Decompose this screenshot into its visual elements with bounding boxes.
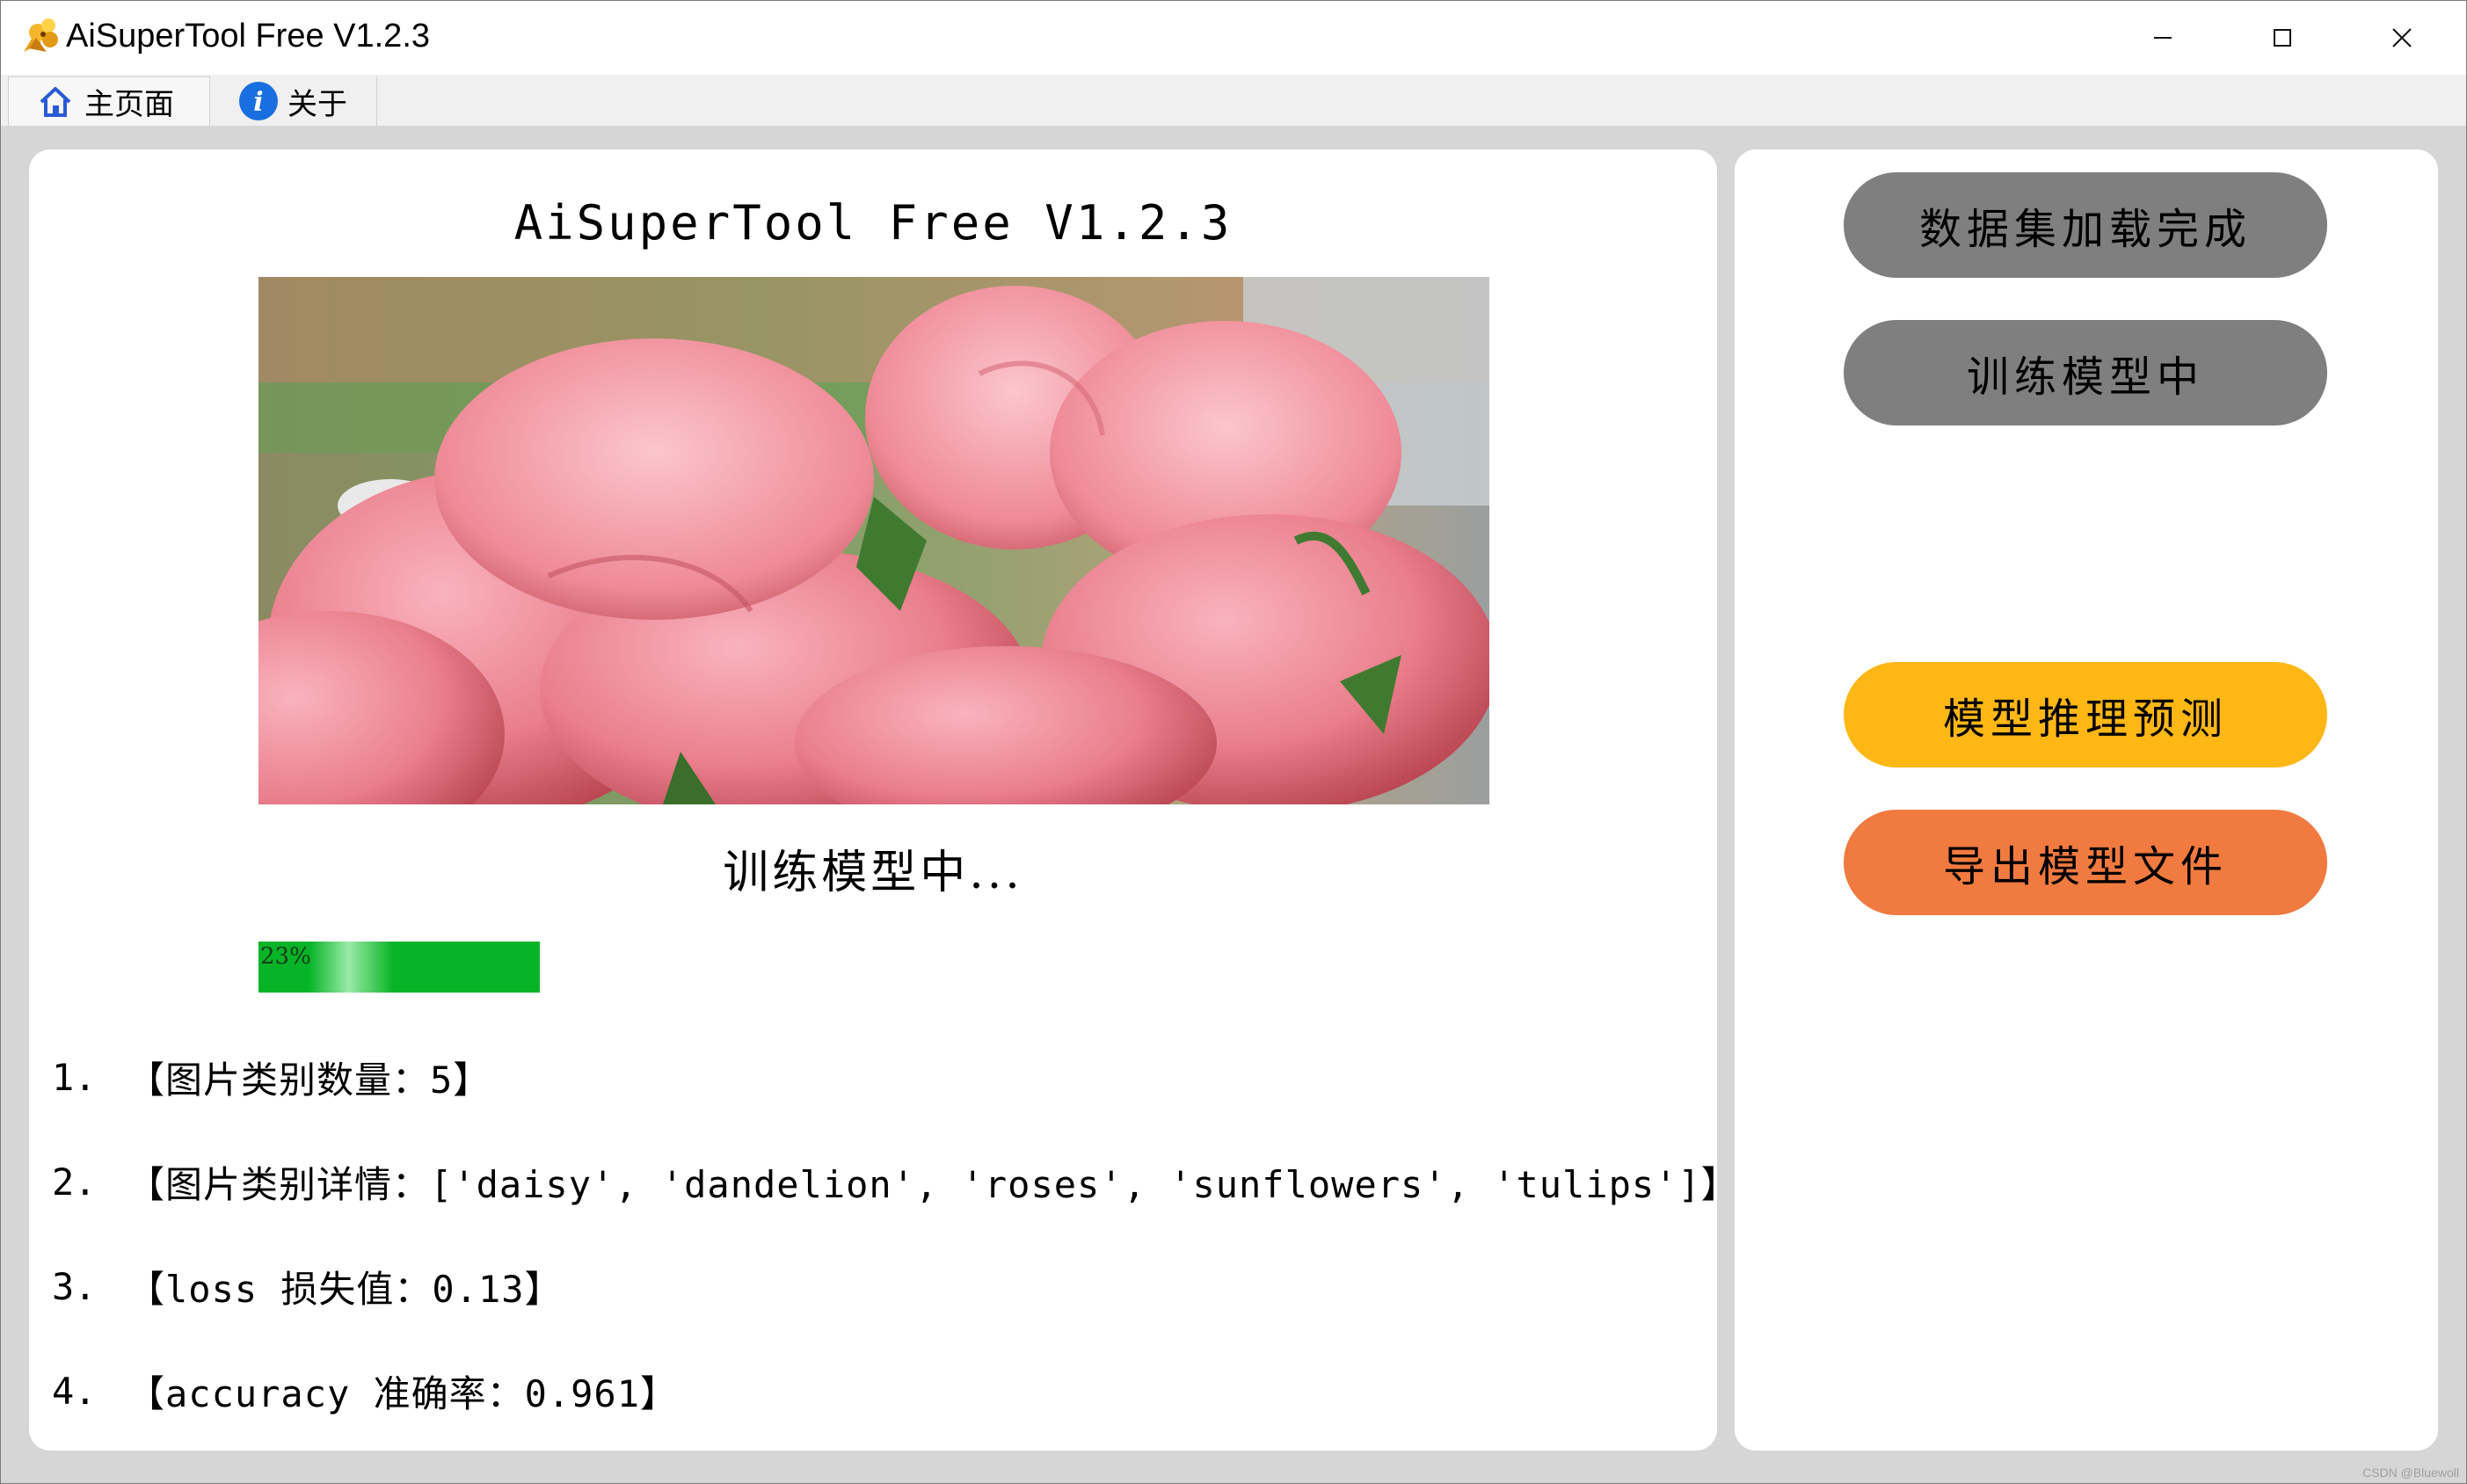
app-window: AiSuperTool Free V1.2.3 主页面 i 关于 AiSuper… xyxy=(0,0,2467,1484)
tab-about-label: 关于 xyxy=(287,86,347,122)
window-title: AiSuperTool Free V1.2.3 xyxy=(66,18,431,55)
app-logo-icon xyxy=(17,13,66,62)
tab-strip: 主页面 i 关于 xyxy=(1,75,2466,127)
minimize-button[interactable] xyxy=(2103,1,2223,75)
info-item-text: 【图片类别详情：['daisy', 'dandelion', 'roses', … xyxy=(127,1162,1739,1206)
info-item-class-details: 2. 【图片类别详情：['daisy', 'dandelion', 'roses… xyxy=(52,1151,1739,1212)
minimize-icon xyxy=(2154,37,2172,39)
page-title: AiSuperTool Free V1.2.3 xyxy=(513,195,1233,251)
tab-home-label: 主页面 xyxy=(84,87,174,122)
info-item-text: 【loss 损失值：0.13】 xyxy=(127,1267,563,1311)
watermark: CSDN @Bluewoll xyxy=(2362,1466,2459,1480)
info-item-number: 1. xyxy=(52,1055,97,1099)
training-status: 训练模型中... xyxy=(723,847,1023,899)
training-progress-bar: 23% xyxy=(258,942,540,993)
dataset-loaded-button[interactable]: 数据集加载完成 xyxy=(1844,172,2327,278)
title-bar: AiSuperTool Free V1.2.3 xyxy=(1,1,2466,75)
info-item-class-count: 1. 【图片类别数量：5】 xyxy=(52,1046,491,1108)
info-item-accuracy: 4. 【accuracy 准确率：0.961】 xyxy=(52,1360,678,1422)
svg-text:i: i xyxy=(253,87,263,118)
tab-about[interactable]: i 关于 xyxy=(212,76,377,126)
info-icon: i xyxy=(238,81,279,121)
maximize-icon xyxy=(2274,29,2291,47)
info-item-loss: 3. 【loss 损失值：0.13】 xyxy=(52,1255,563,1317)
close-icon xyxy=(2392,28,2412,47)
maximize-button[interactable] xyxy=(2223,1,2342,75)
content-area: AiSuperTool Free V1.2.3 训练模型中... 23% 1. … xyxy=(1,127,2466,1483)
pink-roses-photo xyxy=(258,277,1489,804)
tab-home[interactable]: 主页面 xyxy=(8,76,210,126)
info-item-text: 【图片类别数量：5】 xyxy=(127,1058,491,1102)
info-item-text: 【accuracy 准确率：0.961】 xyxy=(127,1371,679,1415)
info-item-number: 2. xyxy=(52,1160,97,1204)
action-panel: 数据集加载完成 训练模型中 模型推理预测 导出模型文件 xyxy=(1735,149,2438,1451)
export-model-button[interactable]: 导出模型文件 xyxy=(1844,810,2327,915)
info-item-number: 4. xyxy=(52,1369,97,1413)
home-icon xyxy=(35,82,76,122)
main-panel: AiSuperTool Free V1.2.3 训练模型中... 23% 1. … xyxy=(29,149,1738,1451)
model-inference-button[interactable]: 模型推理预测 xyxy=(1844,662,2327,767)
progress-label: 23% xyxy=(260,943,311,970)
info-item-number: 3. xyxy=(52,1264,97,1308)
training-model-button[interactable]: 训练模型中 xyxy=(1844,320,2327,426)
close-button[interactable] xyxy=(2342,1,2462,75)
